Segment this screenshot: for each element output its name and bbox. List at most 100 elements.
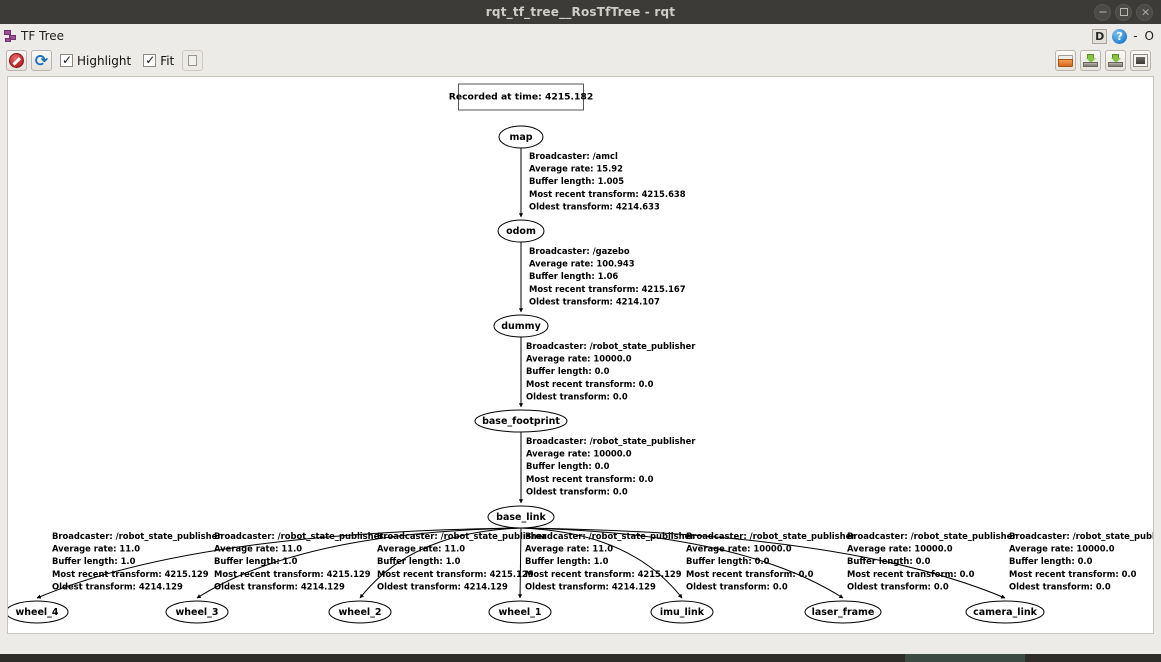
edge-label-line: Oldest transform: 4214.129	[52, 581, 183, 591]
fit-in-view-button[interactable]	[182, 50, 204, 71]
edge-label-line: Buffer length: 1.005	[529, 176, 624, 186]
edge-label-line: Oldest transform: 0.0	[686, 581, 788, 591]
minimize-icon[interactable]	[1094, 3, 1111, 21]
save-as-svg-button[interactable]	[1105, 50, 1126, 71]
dock-detach-button[interactable]: D	[1092, 28, 1108, 44]
edge-label-line: Average rate: 11.0	[377, 544, 465, 554]
edge-label-line: Average rate: 11.0	[52, 544, 140, 554]
edge-label-line: Broadcaster: /robot_state_publisher	[526, 341, 696, 351]
tf-graph-canvas[interactable]: Broadcaster: /amcl Average rate: 15.92 Buf…	[7, 76, 1154, 634]
edge-label: Broadcaster: /amcl Average rate: 15.92 Buf…	[529, 151, 686, 211]
graph-node-odom[interactable]: odom	[497, 219, 545, 243]
graph-node-base_link[interactable]: base_link	[487, 505, 555, 529]
dock-header-controls: D ? - O	[1092, 28, 1161, 44]
edge-label-line: Oldest transform: 4214.129	[525, 581, 656, 591]
edge-label-line: Average rate: 10000.0	[847, 544, 953, 554]
help-icon[interactable]: ?	[1112, 28, 1128, 44]
stop-button[interactable]	[6, 50, 27, 71]
close-icon[interactable]	[1136, 3, 1153, 21]
edge-label-line: Most recent transform: 0.0	[526, 379, 654, 389]
node-label: wheel_3	[175, 607, 218, 618]
dock-close-button[interactable]: O	[1144, 29, 1155, 43]
edge-label-line: Broadcaster: /amcl	[529, 151, 618, 161]
graph-node-base_footprint[interactable]: base_footprint	[474, 409, 568, 433]
edge-label-line: Most recent transform: 0.0	[847, 569, 975, 579]
graph-node-camera_link[interactable]: camera_link	[965, 600, 1045, 624]
node-label: wheel_4	[15, 607, 58, 618]
graph-node-wheel_2[interactable]: wheel_2	[328, 600, 392, 624]
edge-label-line: Broadcaster: /robot_state_publisher	[214, 531, 384, 541]
highlight-checkbox-box[interactable]	[60, 53, 73, 67]
save-as-image-button[interactable]	[1130, 50, 1151, 71]
edge-label: Broadcaster: /robot_state_publisher Avera…	[526, 436, 696, 496]
save-icon	[1108, 54, 1123, 67]
save-dot-button[interactable]	[1080, 50, 1101, 71]
edge-label-line: Average rate: 10000.0	[526, 354, 632, 364]
graph-node-imu_link[interactable]: imu_link	[650, 600, 714, 624]
edge-label-line: Buffer length: 1.0	[377, 556, 461, 566]
graph-node-dummy[interactable]: dummy	[493, 314, 549, 338]
edge-label: Broadcaster: /robot_state_publisher Avera…	[526, 341, 696, 401]
edge-label-line: Buffer length: 0.0	[526, 461, 610, 471]
maximize-icon[interactable]	[1115, 3, 1132, 21]
graph-node-wheel_4[interactable]: wheel_4	[8, 600, 69, 624]
dock-title-label: TF Tree	[21, 29, 65, 43]
image-icon	[1133, 54, 1148, 67]
edge-label-line: Buffer length: 1.0	[214, 556, 298, 566]
node-label: base_link	[496, 512, 546, 523]
node-label: imu_link	[660, 607, 705, 618]
save-icon	[1083, 54, 1098, 67]
rqt-window: rqt_tf_tree__RosTfTree - rqt TF Tree D ?…	[0, 0, 1161, 662]
graph-node-wheel_1[interactable]: wheel_1	[488, 600, 552, 624]
graph-node-laser_frame[interactable]: laser_frame	[804, 600, 882, 624]
load-dot-button[interactable]	[1055, 50, 1076, 71]
tf-graph[interactable]: Broadcaster: /amcl Average rate: 15.92 Buf…	[8, 77, 1153, 633]
edge-label-line: Buffer length: 0.0	[526, 366, 610, 376]
edge-label-line: Broadcaster: /robot_state_publisher	[686, 531, 856, 541]
edge-label: Broadcaster: /robot_state_publisher Avera…	[377, 531, 547, 591]
edge-label-line: Most recent transform: 4215.129	[52, 569, 209, 579]
edge-label-line: Oldest transform: 4214.129	[214, 581, 345, 591]
refresh-icon: ⟳	[34, 50, 49, 70]
node-label: odom	[506, 226, 536, 237]
edge-label-line: Broadcaster: /robot_state_publisher	[526, 436, 696, 446]
edge-label: Broadcaster: /gazebo Average rate: 100.94…	[529, 246, 686, 306]
edge-label-line: Oldest transform: 4214.633	[529, 201, 660, 211]
graph-edges: Broadcaster: /amcl Average rate: 15.92 Buf…	[36, 148, 1153, 599]
node-label: camera_link	[973, 607, 1038, 618]
edge-label: Broadcaster: /robot_state_publisher Avera…	[214, 531, 384, 591]
edge-label-line: Most recent transform: 0.0	[526, 474, 654, 484]
small-square-icon	[188, 55, 198, 66]
dock-title-group: TF Tree	[0, 29, 64, 43]
edge-label-line: Average rate: 10000.0	[526, 449, 632, 459]
edge-label-line: Broadcaster: /robot_state_publisher	[377, 531, 547, 541]
edge-label-line: Oldest transform: 0.0	[847, 581, 949, 591]
node-label: map	[509, 132, 532, 143]
edge-label: Broadcaster: /robot_state_publisher Avera…	[52, 531, 222, 591]
window-controls	[1094, 0, 1153, 24]
edge-label-line: Buffer length: 0.0	[1009, 556, 1093, 566]
folder-icon	[1058, 54, 1073, 67]
edge-label-line: Average rate: 10000.0	[1009, 544, 1115, 554]
highlight-checkbox-label: Highlight	[77, 53, 132, 68]
dock-minimize-button[interactable]: -	[1132, 29, 1138, 43]
node-label: laser_frame	[812, 607, 875, 618]
node-label: wheel_2	[338, 607, 381, 618]
fit-checkbox[interactable]: Fit	[143, 53, 174, 68]
highlight-checkbox[interactable]: Highlight	[60, 53, 132, 68]
edge-label-line: Most recent transform: 4215.129	[377, 569, 534, 579]
graph-node-wheel_3[interactable]: wheel_3	[165, 600, 229, 624]
window-titlebar: rqt_tf_tree__RosTfTree - rqt	[0, 0, 1161, 24]
edge-label-line: Average rate: 11.0	[214, 544, 302, 554]
edge-label-line: Average rate: 15.92	[529, 164, 623, 174]
recorded-time-box: Recorded at time: 4215.182	[449, 83, 593, 111]
edge-label-line: Average rate: 11.0	[525, 544, 613, 554]
window-title: rqt_tf_tree__RosTfTree - rqt	[485, 5, 676, 19]
edge-label-line: Most recent transform: 4215.638	[529, 189, 686, 199]
fit-checkbox-box[interactable]	[143, 53, 157, 67]
edge-label-line: Broadcaster: /robot_state_publisher	[52, 531, 222, 541]
graph-node-map[interactable]: map	[498, 125, 544, 149]
edge-label: Broadcaster: /robot_state_publisher Avera…	[847, 531, 1017, 591]
edge-label-line: Buffer length: 1.06	[529, 271, 618, 281]
refresh-button[interactable]: ⟳	[31, 50, 52, 71]
